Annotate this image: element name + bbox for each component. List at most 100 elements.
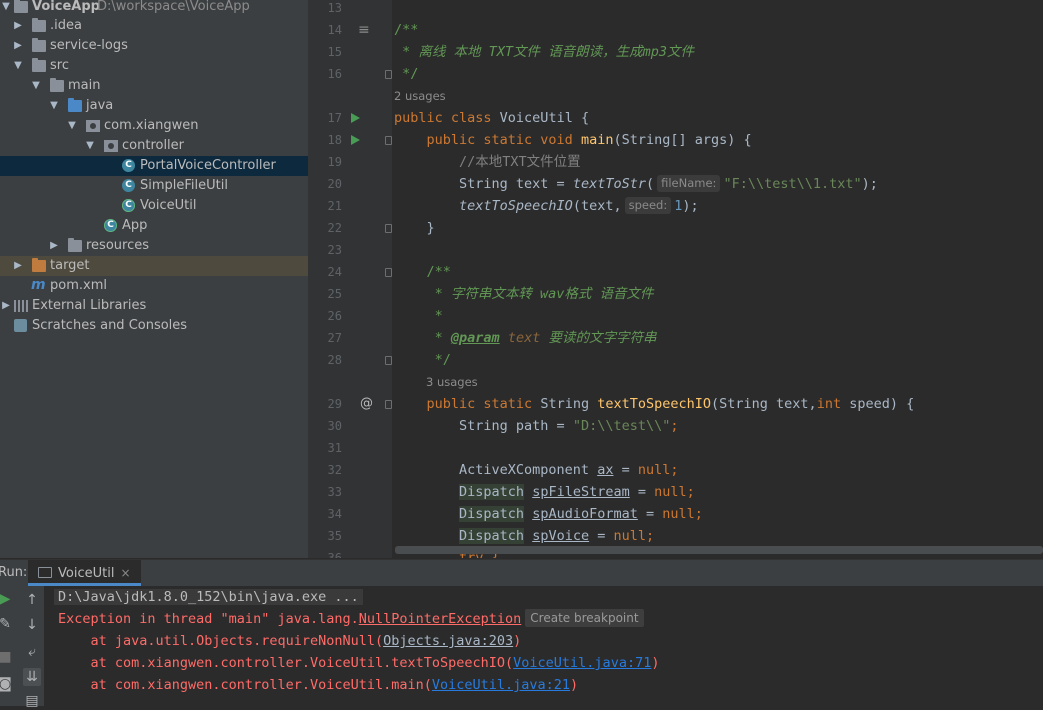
tree-item-resources[interactable]: ▶ resources xyxy=(0,236,308,256)
code-line: * @param text 要读的文字字符串 xyxy=(394,330,657,346)
code-line: * 字符串文本转 wav格式 语音文件 xyxy=(394,286,654,302)
line-number: 25 xyxy=(327,287,342,301)
chevron-right-icon[interactable]: ▶ xyxy=(12,16,24,36)
line-number: 27 xyxy=(327,331,342,345)
fold-icon[interactable] xyxy=(385,400,392,409)
stack-trace-link[interactable]: VoiceUtil.java:21 xyxy=(432,677,570,693)
usages-hint[interactable]: 2 usages xyxy=(394,85,446,107)
down-arrow-icon[interactable]: ↓ xyxy=(23,616,41,634)
class-icon: C xyxy=(104,219,117,232)
code-line: } xyxy=(394,220,435,236)
folder-icon xyxy=(14,0,28,13)
line-number: 18 xyxy=(327,133,342,147)
line-number: 19 xyxy=(327,155,342,169)
excluded-folder-icon xyxy=(32,258,46,272)
maven-icon: m xyxy=(31,277,46,293)
tree-item-src[interactable]: ▼ src xyxy=(0,56,308,76)
code-line: /** xyxy=(394,264,451,280)
chevron-down-icon[interactable]: ▼ xyxy=(84,136,96,156)
chevron-right-icon[interactable]: ▶ xyxy=(0,296,12,316)
command-line[interactable]: D:\Java\jdk1.8.0_152\bin\java.exe ... xyxy=(54,589,363,605)
chevron-right-icon[interactable]: ▶ xyxy=(48,236,60,256)
chevron-right-icon[interactable]: ▶ xyxy=(12,36,24,56)
code-line: */ xyxy=(394,66,419,82)
code-editor[interactable]: 13 14 15 16 17 18 19 20 21 22 23 24 25 2… xyxy=(308,0,1043,558)
chevron-down-icon[interactable]: ▼ xyxy=(0,0,12,17)
print-icon[interactable]: ▤ xyxy=(23,692,41,710)
tree-item-scratches[interactable]: Scratches and Consoles xyxy=(0,316,308,336)
create-breakpoint-button[interactable]: Create breakpoint xyxy=(525,609,644,627)
folder-icon xyxy=(32,18,46,32)
folder-icon xyxy=(32,38,46,52)
chevron-down-icon[interactable]: ▼ xyxy=(30,76,42,96)
code-line: String path = "D:\\test\\"; xyxy=(394,418,679,434)
console-line: Exception in thread "main" java.lang.Nul… xyxy=(58,608,644,630)
tree-item-voiceutil[interactable]: C VoiceUtil xyxy=(0,196,308,216)
stop-icon[interactable]: ■ xyxy=(0,648,14,666)
line-number: 35 xyxy=(327,529,342,543)
stack-trace-link[interactable]: Objects.java:203 xyxy=(383,633,513,649)
line-number: 34 xyxy=(327,507,342,521)
exception-link[interactable]: NullPointerException xyxy=(359,611,522,627)
line-number: 28 xyxy=(327,353,342,367)
fold-icon[interactable] xyxy=(385,356,392,365)
code-line: * 离线 本地 TXT文件 语音朗读，生成mp3文件 xyxy=(394,44,695,60)
scratches-icon xyxy=(14,319,27,332)
code-line: String text = textToStr(fileName: "F:\\te… xyxy=(394,175,878,192)
line-number: 33 xyxy=(327,485,342,499)
fold-icon[interactable] xyxy=(385,224,392,233)
tree-item-label: java xyxy=(86,98,114,113)
package-icon xyxy=(104,140,118,152)
fold-icon[interactable] xyxy=(385,268,392,277)
console-output[interactable]: D:\Java\jdk1.8.0_152\bin\java.exe ... Ex… xyxy=(44,586,1043,706)
tree-item-label: VoiceUtil xyxy=(140,198,197,213)
tab-label: VoiceUtil xyxy=(58,566,115,581)
tree-item-external-libraries[interactable]: ▶ External Libraries xyxy=(0,296,308,316)
line-number: 21 xyxy=(327,199,342,213)
fold-icon[interactable] xyxy=(385,136,392,145)
chevron-right-icon[interactable]: ▶ xyxy=(12,256,24,276)
soft-wrap-icon[interactable]: ⤶ xyxy=(23,643,41,661)
stack-trace-link[interactable]: VoiceUtil.java:71 xyxy=(513,655,651,671)
code-line: public static void main(String[] args) { xyxy=(394,132,752,148)
class-icon: C xyxy=(122,159,135,172)
fold-icon[interactable] xyxy=(385,70,392,79)
overridden-method-icon[interactable]: @ xyxy=(360,393,373,415)
rendered-doc-icon[interactable]: ≡ xyxy=(358,19,370,41)
run-gutter-icon[interactable] xyxy=(351,113,360,123)
run-gutter-icon[interactable] xyxy=(351,135,360,145)
horizontal-scrollbar[interactable] xyxy=(395,546,1043,554)
tree-item-label: main xyxy=(68,78,101,93)
line-number: 22 xyxy=(327,221,342,235)
camera-icon[interactable]: ◙ xyxy=(0,675,14,693)
scroll-to-end-icon[interactable]: ⇊ xyxy=(23,668,41,686)
rerun-icon[interactable]: ▶ xyxy=(0,590,14,608)
wrench-icon[interactable]: ✎ xyxy=(0,615,14,633)
tree-item-project-root[interactable]: ▼ VoiceApp D:\workspace\VoiceApp xyxy=(0,0,308,17)
tree-item-pom-xml[interactable]: m pom.xml xyxy=(0,276,308,296)
run-tab-voiceutil[interactable]: VoiceUtil × xyxy=(28,560,141,586)
tree-item-portalvoicecontroller[interactable]: C PortalVoiceController xyxy=(0,156,308,176)
chevron-down-icon[interactable]: ▼ xyxy=(12,56,24,76)
library-icon xyxy=(14,300,28,312)
tree-item-simplefileutil[interactable]: C SimpleFileUtil xyxy=(0,176,308,196)
chevron-down-icon[interactable]: ▼ xyxy=(66,116,78,136)
tree-item-main[interactable]: ▼ main xyxy=(0,76,308,96)
tree-item-java[interactable]: ▼ java xyxy=(0,96,308,116)
tree-item-app[interactable]: C App xyxy=(0,216,308,236)
tree-item-target[interactable]: ▶ target xyxy=(0,256,308,276)
console-line: at java.util.Objects.requireNonNull(Obje… xyxy=(58,633,522,649)
tree-item-controller[interactable]: ▼ controller xyxy=(0,136,308,156)
tree-item-com-xiangwen[interactable]: ▼ com.xiangwen xyxy=(0,116,308,136)
up-arrow-icon[interactable]: ↑ xyxy=(23,591,41,609)
usages-hint[interactable]: 3 usages xyxy=(426,371,478,393)
close-icon[interactable]: × xyxy=(120,566,130,580)
tree-item-label: com.xiangwen xyxy=(104,118,199,133)
line-number: 31 xyxy=(327,441,342,455)
tree-item-service-logs[interactable]: ▶ service-logs xyxy=(0,36,308,56)
tree-item-idea[interactable]: ▶ .idea xyxy=(0,16,308,36)
tree-item-label: App xyxy=(122,218,148,233)
chevron-down-icon[interactable]: ▼ xyxy=(48,96,60,116)
code-line: Dispatch spVoice = null; xyxy=(459,528,655,544)
code-line: public static String textToSpeechIO(Stri… xyxy=(394,396,915,412)
